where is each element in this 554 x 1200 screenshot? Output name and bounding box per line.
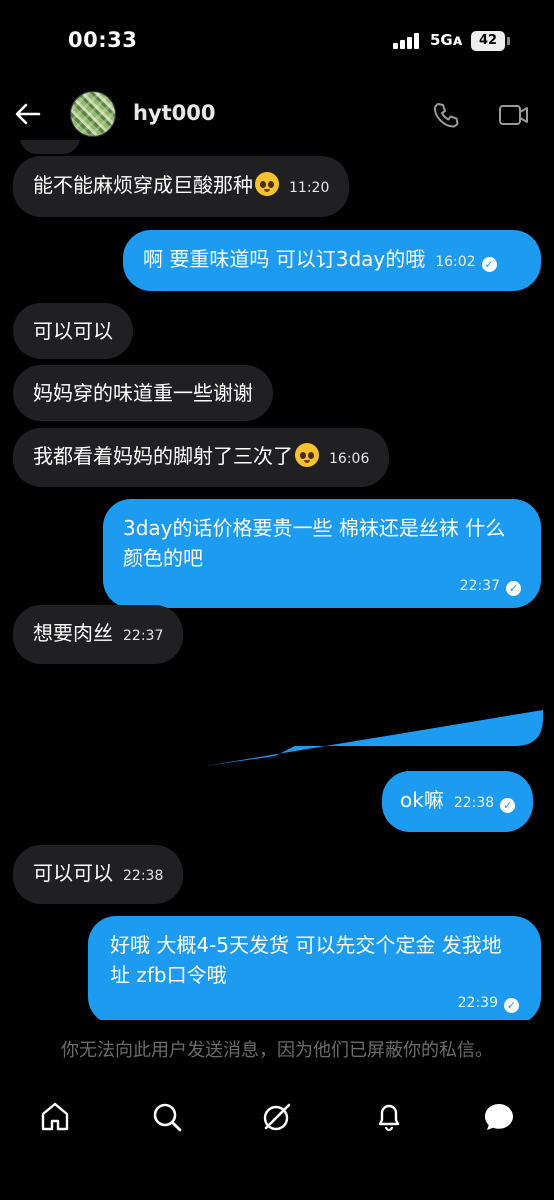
received-message[interactable]: 可以可以 22:38 [13,845,184,904]
received-message[interactable]: 能不能麻烦穿成巨酸那种 11:20 [13,156,350,217]
message-text: 可以可以 [33,319,113,343]
message-time: 22:37 [123,628,164,644]
search-icon[interactable] [150,1100,184,1134]
sent-message[interactable]: 啊 要重味道吗 可以订3day的哦 16:02 ✓ [123,230,541,291]
message-text: 我都看着妈妈的脚射了三次了 [33,444,293,468]
message-time: 22:38 [123,868,164,884]
message-text: 想要肉丝 [33,621,113,645]
chat-header: hyt000 [0,84,554,146]
read-check-icon: ✓ [481,257,497,272]
pleading-face-icon [295,443,319,467]
received-message[interactable]: 可以可以 [13,303,133,359]
avatar[interactable] [70,91,116,137]
home-icon[interactable] [38,1100,72,1134]
sent-message[interactable]: 好哦 大概4-5天发货 可以先交个定金 发我地址 zfb口令哦 22:39 ✓ [88,916,541,1020]
message-text: ok嘛 [400,788,444,812]
received-message[interactable]: 我都看着妈妈的脚射了三次了 16:06 [13,428,390,487]
read-check-icon: ✓ [500,798,516,813]
read-check-icon: ✓ [506,581,521,596]
sent-message[interactable]: 3day的话价格要贵一些 棉袜还是丝袜 什么颜色的吧 22:37 ✓ [103,499,541,608]
received-message[interactable]: 妈妈穿的味道重一些谢谢 [13,365,273,421]
sent-message-fragment [205,710,543,766]
sent-message[interactable]: ok嘛 22:38 ✓ [382,771,534,832]
bottom-nav [0,1086,554,1148]
grok-icon[interactable] [260,1100,294,1134]
message-time: 16:02 [435,254,476,270]
message-text: 能不能麻烦穿成巨酸那种 [33,173,253,197]
blocked-notice: 你无法向此用户发送消息，因为他们已屏蔽你的私信。 [61,1040,493,1061]
network-type: 5Gᴀ [430,31,463,49]
battery-tip [507,37,510,45]
message-time: 22:39 [457,995,498,1011]
read-check-icon: ✓ [504,998,519,1013]
notifications-icon[interactable] [372,1100,406,1134]
battery-icon: 42 [471,31,505,51]
video-call-icon[interactable] [497,100,531,130]
phone-icon[interactable] [431,100,461,130]
message-text: 啊 要重味道吗 可以订3day的哦 [143,247,426,271]
message-time: 16:06 [329,451,370,467]
message-text: 妈妈穿的味道重一些谢谢 [33,381,253,405]
message-list[interactable]: 能不能麻烦穿成巨酸那种 11:20 啊 要重味道吗 可以订3day的哦 16:02 ✓… [0,140,554,1020]
received-message[interactable]: 想要肉丝 22:37 [13,605,184,664]
received-message[interactable] [20,140,80,154]
signal-icon [393,33,423,49]
message-text: 好哦 大概4-5天发货 可以先交个定金 发我地址 zfb口令哦 [110,933,502,987]
message-time: 11:20 [289,180,330,196]
status-time: 00:33 [68,28,138,52]
back-arrow-icon[interactable] [12,98,44,130]
contact-name[interactable]: hyt000 [133,101,216,125]
message-text: 3day的话价格要贵一些 棉袜还是丝袜 什么颜色的吧 [123,516,506,570]
message-time: 22:37 [459,578,500,594]
status-bar: 00:33 5Gᴀ 42 [0,0,554,80]
pleading-face-icon [255,172,279,196]
message-time: 22:38 [453,795,495,811]
messages-icon[interactable] [482,1100,516,1134]
message-text: 可以可以 [33,861,113,885]
